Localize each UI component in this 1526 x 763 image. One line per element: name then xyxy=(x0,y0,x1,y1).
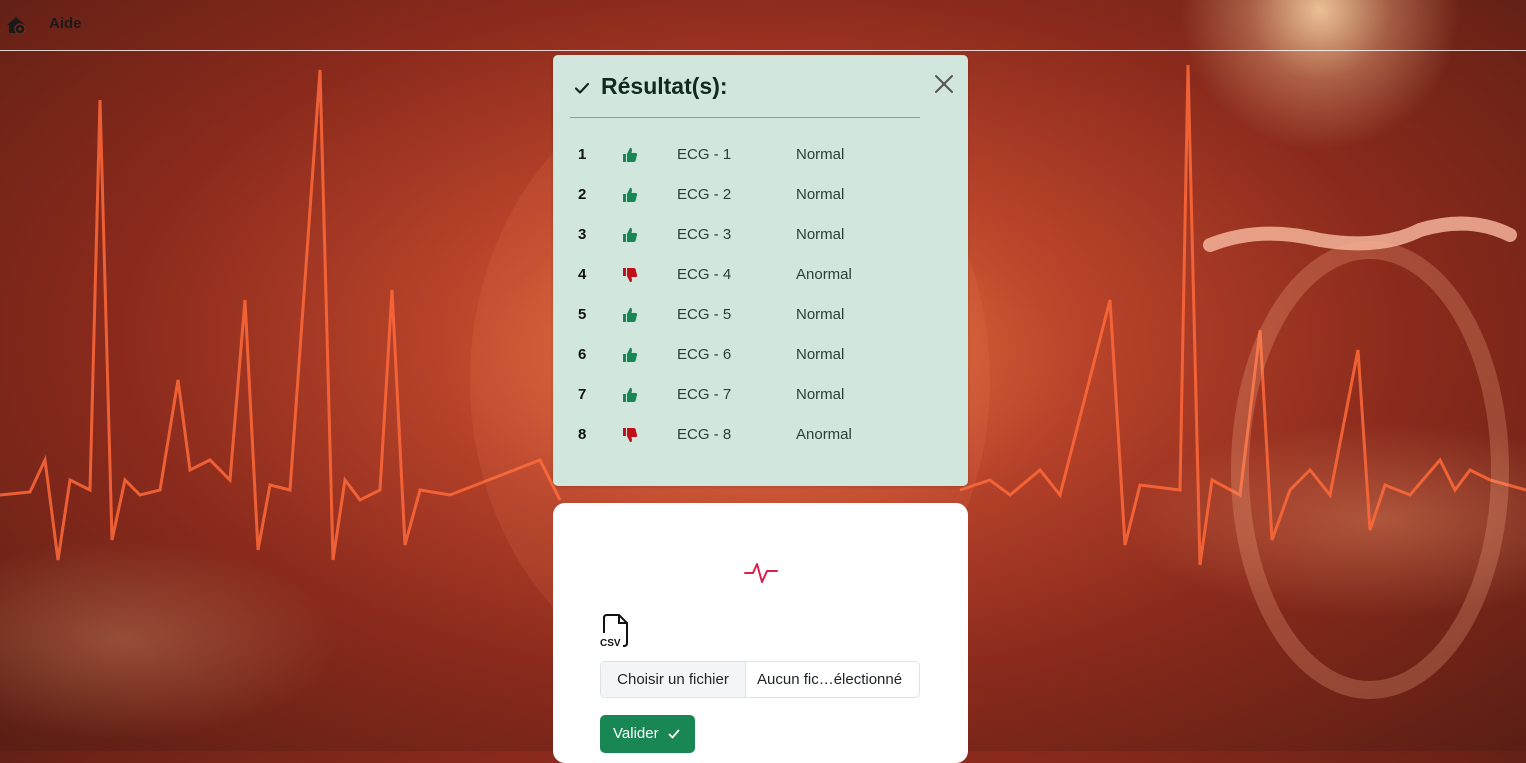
result-ecg-name: ECG - 2 xyxy=(677,186,732,203)
upload-form-card: CSV Choisir un fichier Aucun fic…électio… xyxy=(553,503,968,763)
result-ecg-name: ECG - 7 xyxy=(677,386,732,403)
results-title: Résultat(s): xyxy=(601,73,728,99)
navbar: Aide xyxy=(0,0,1526,51)
result-index: 6 xyxy=(578,346,587,363)
submit-button[interactable]: Valider xyxy=(600,715,695,753)
result-row: 6 ECG - 6 Normal xyxy=(553,337,968,377)
csv-file-input[interactable]: Choisir un fichier Aucun fic…électionné xyxy=(600,661,920,698)
check-icon xyxy=(668,729,680,739)
results-header: Résultat(s): xyxy=(570,71,920,118)
result-ecg-name: ECG - 1 xyxy=(677,146,732,163)
file-name-label: Aucun fic…électionné xyxy=(757,671,903,688)
result-index: 5 xyxy=(578,306,587,323)
result-ecg-name: ECG - 4 xyxy=(677,266,732,283)
house-gear-icon[interactable] xyxy=(5,14,27,36)
result-index: 8 xyxy=(578,426,587,443)
thumbs-up-icon xyxy=(623,307,638,322)
result-ecg-name: ECG - 5 xyxy=(677,306,732,323)
result-status: Anormal xyxy=(796,426,852,443)
nav-link-help[interactable]: Aide xyxy=(49,15,82,32)
result-row: 1 ECG - 1 Normal xyxy=(553,137,968,177)
result-index: 2 xyxy=(578,186,587,203)
choose-file-button[interactable]: Choisir un fichier xyxy=(601,662,746,697)
thumbs-down-icon xyxy=(623,428,638,443)
thumbs-up-icon xyxy=(623,347,638,362)
result-status: Normal xyxy=(796,226,845,243)
result-status: Anormal xyxy=(796,266,852,283)
result-ecg-name: ECG - 3 xyxy=(677,226,732,243)
thumbs-up-icon xyxy=(623,387,638,402)
result-row: 3 ECG - 3 Normal xyxy=(553,217,968,257)
thumbs-up-icon xyxy=(623,227,638,242)
result-ecg-name: ECG - 6 xyxy=(677,346,732,363)
result-status: Normal xyxy=(796,146,845,163)
thumbs-down-icon xyxy=(623,268,638,283)
result-row: 8 ECG - 8 Anormal xyxy=(553,417,968,457)
activity-pulse-icon xyxy=(744,563,778,583)
result-status: Normal xyxy=(796,306,845,323)
result-row: 5 ECG - 5 Normal xyxy=(553,297,968,337)
result-row: 7 ECG - 7 Normal xyxy=(553,377,968,417)
close-icon[interactable] xyxy=(933,73,955,95)
result-ecg-name: ECG - 8 xyxy=(677,426,732,443)
result-index: 3 xyxy=(578,226,587,243)
check-icon xyxy=(574,82,590,94)
csv-file-icon: CSV xyxy=(600,614,628,649)
result-index: 1 xyxy=(578,146,587,163)
svg-text:CSV: CSV xyxy=(600,638,621,649)
result-index: 7 xyxy=(578,386,587,403)
result-status: Normal xyxy=(796,186,845,203)
submit-button-label: Valider xyxy=(613,725,659,742)
results-panel: Résultat(s): 1 ECG - 1 Normal 2 ECG - 2 … xyxy=(553,55,968,486)
result-index: 4 xyxy=(578,266,587,283)
result-status: Normal xyxy=(796,386,845,403)
result-row: 2 ECG - 2 Normal xyxy=(553,177,968,217)
result-row: 4 ECG - 4 Anormal xyxy=(553,257,968,297)
thumbs-up-icon xyxy=(623,147,638,162)
thumbs-up-icon xyxy=(623,187,638,202)
result-status: Normal xyxy=(796,346,845,363)
